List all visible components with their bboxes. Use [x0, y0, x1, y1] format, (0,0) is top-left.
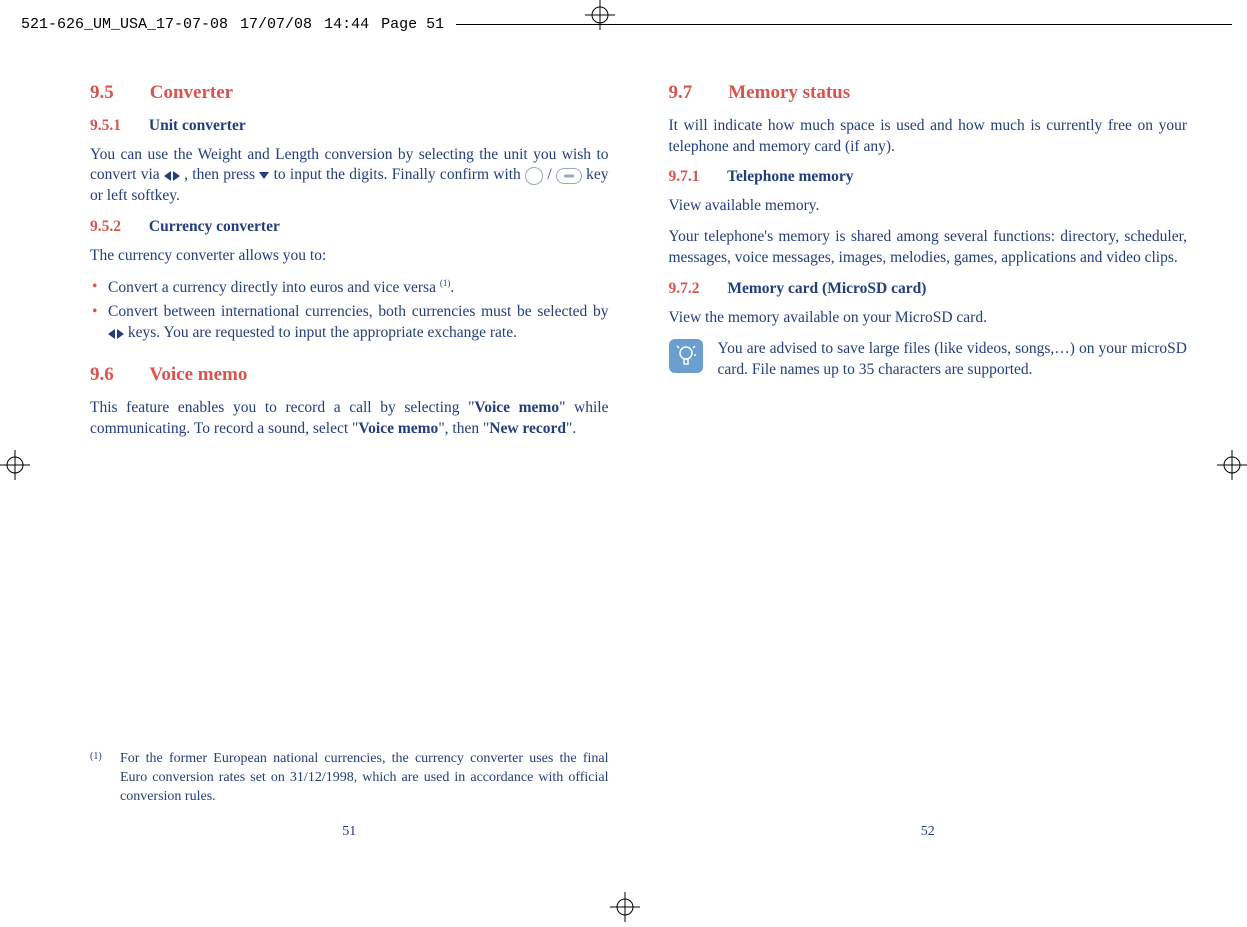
section-number: 9.7 — [669, 80, 724, 106]
tip-callout: You are advised to save large files (lik… — [669, 339, 1188, 381]
lightbulb-icon — [669, 339, 703, 373]
paragraph: View available memory. — [669, 196, 1188, 217]
footnote-text: For the former European national currenc… — [120, 750, 609, 807]
subsection-title: Currency converter — [149, 218, 280, 235]
crop-mark-left — [0, 440, 50, 490]
subsection-number: 9.5.2 — [90, 217, 145, 238]
paragraph: View the memory available on your MicroS… — [669, 308, 1188, 329]
section-title: Voice memo — [149, 364, 247, 385]
page-number: 51 — [90, 823, 609, 842]
header-date: 17/07/08 — [234, 16, 318, 33]
page-left: 9.5 Converter 9.5.1 Unit converter You c… — [90, 80, 609, 842]
subsection-title: Unit converter — [149, 117, 246, 134]
list-item: Convert between international currencies… — [90, 302, 609, 344]
header-time: 14:44 — [318, 16, 375, 33]
footnote-ref: (1) — [440, 278, 451, 288]
down-arrow-icon — [259, 165, 269, 186]
paragraph: Your telephone's memory is shared among … — [669, 227, 1188, 269]
header-page: Page 51 — [375, 16, 450, 33]
crop-mark-right — [1197, 440, 1247, 490]
header-file: 521-626_UM_USA_17-07-08 — [15, 16, 234, 33]
subsection-title: Telephone memory — [727, 168, 853, 185]
page-number: 52 — [669, 823, 1188, 842]
subsection-number: 9.7.1 — [669, 167, 724, 188]
subsection-number: 9.5.1 — [90, 116, 145, 137]
section-title: Memory status — [728, 82, 850, 103]
footnote: (1) For the former European national cur… — [90, 750, 609, 807]
tip-text: You are advised to save large files (lik… — [718, 339, 1188, 381]
page-right: 9.7 Memory status It will indicate how m… — [669, 80, 1188, 842]
footnote-marker: (1) — [90, 750, 120, 807]
left-right-arrows-icon — [108, 323, 124, 344]
left-right-arrows-icon — [164, 165, 180, 186]
ok-key-icon — [525, 167, 543, 185]
list-item: Convert a currency directly into euros a… — [90, 277, 609, 299]
paragraph: You can use the Weight and Length conver… — [90, 145, 609, 208]
subsection-title: Memory card (MicroSD card) — [727, 280, 926, 297]
prepress-header: 521-626_UM_USA_17-07-08 17/07/08 14:44 P… — [15, 10, 1232, 38]
paragraph: It will indicate how much space is used … — [669, 116, 1188, 158]
crop-mark-bottom — [600, 872, 650, 922]
section-title: Converter — [150, 82, 233, 103]
softkey-icon — [556, 168, 582, 184]
section-number: 9.6 — [90, 362, 145, 388]
paragraph: The currency converter allows you to: — [90, 246, 609, 267]
paragraph: This feature enables you to record a cal… — [90, 398, 609, 440]
subsection-number: 9.7.2 — [669, 279, 724, 300]
section-number: 9.5 — [90, 80, 145, 106]
